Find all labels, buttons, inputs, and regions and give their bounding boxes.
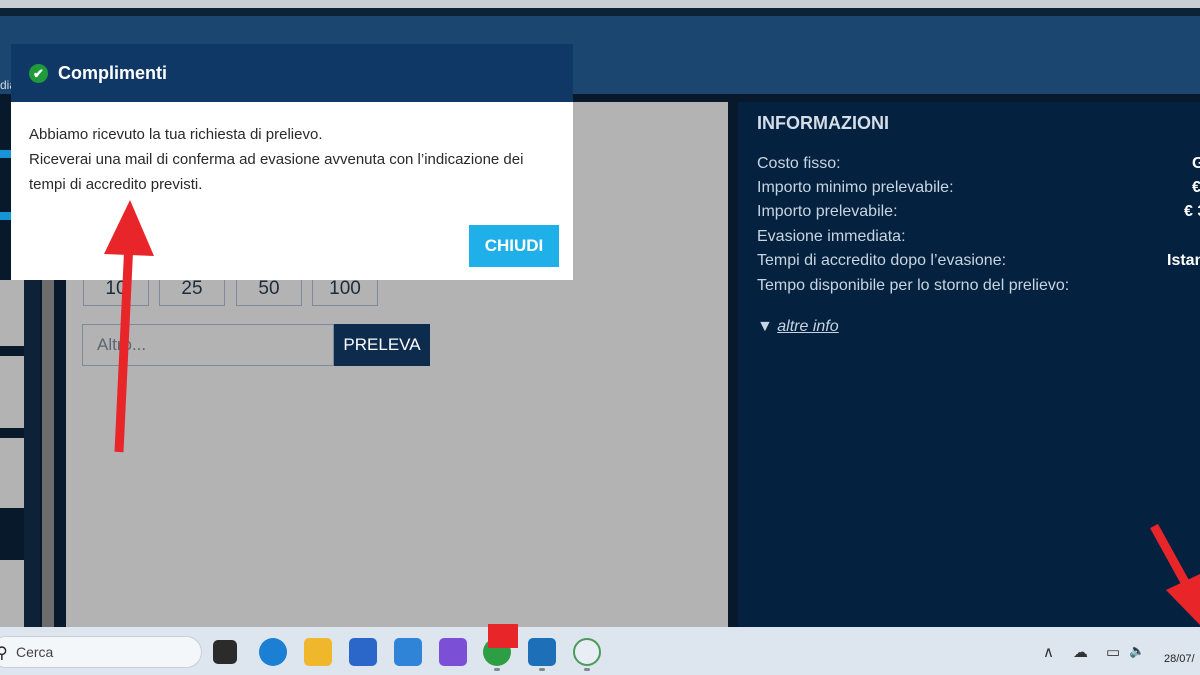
- annotation-arrows: [104, 200, 1200, 625]
- arrow-to-clock: [1150, 523, 1200, 625]
- arrow-to-dialog: [104, 200, 154, 453]
